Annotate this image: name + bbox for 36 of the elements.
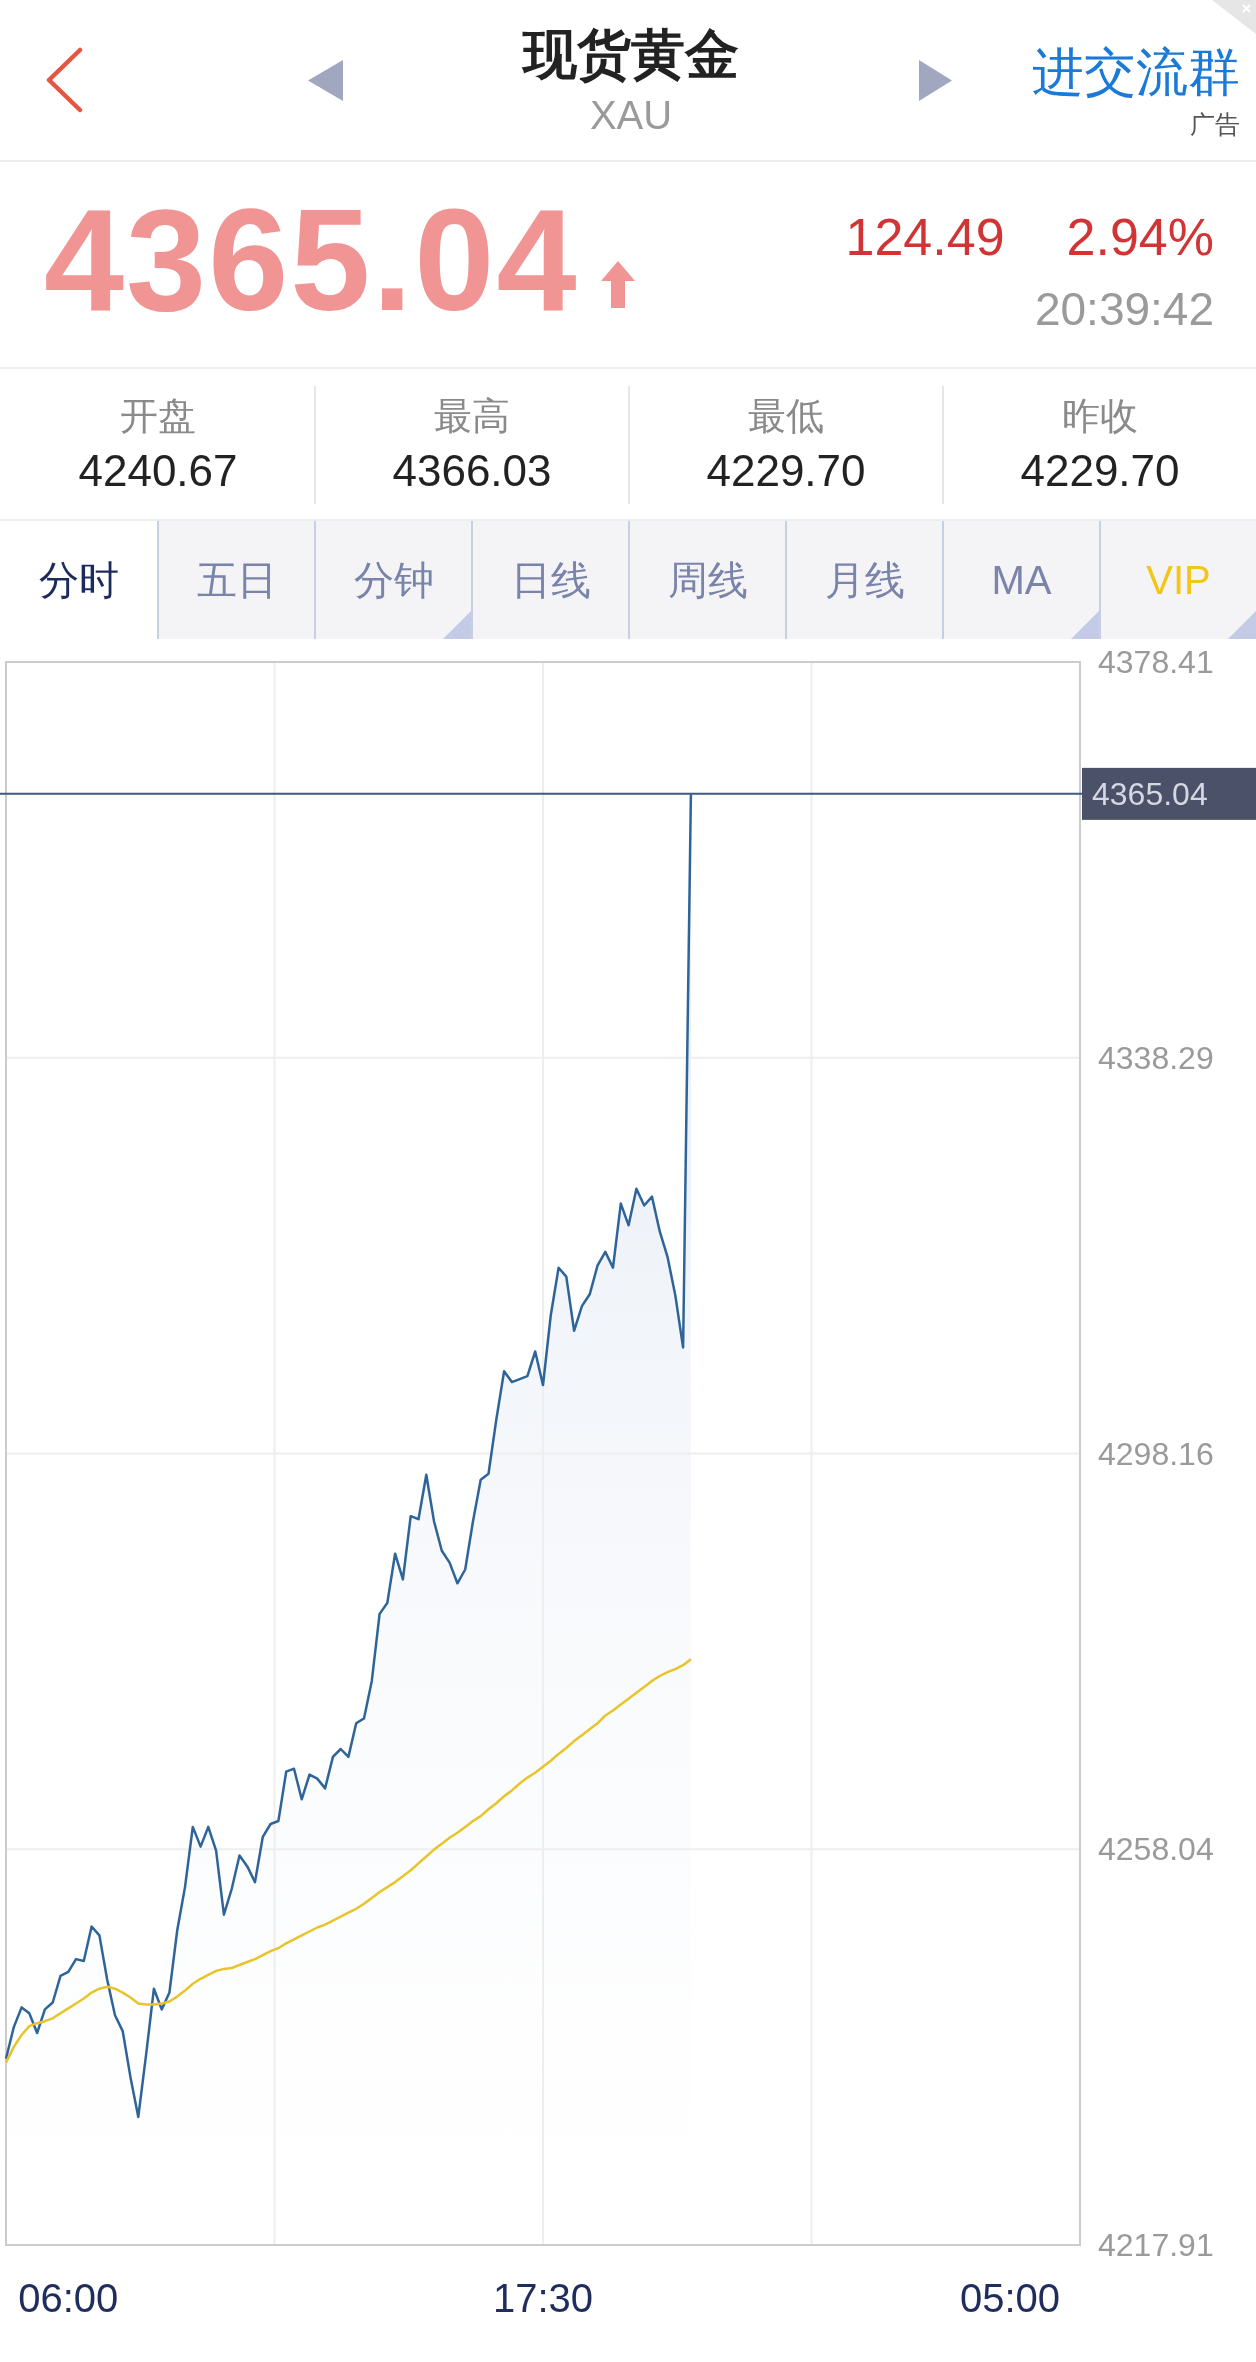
stat-value: 4229.70 <box>706 446 866 496</box>
chart-tab[interactable]: 五日 <box>157 521 314 639</box>
left-triangle-icon[interactable] <box>308 59 343 101</box>
chart-tab[interactable]: 月线 <box>785 521 942 639</box>
stat-value: 4240.67 <box>78 446 238 496</box>
x-axis-label: 17:30 <box>492 2276 594 2320</box>
y-axis-label: 4378.41 <box>1098 644 1214 680</box>
ad-label: 广告 <box>1190 110 1240 138</box>
chart-tab[interactable]: MA <box>942 521 1099 639</box>
chart-tab[interactable]: 日线 <box>471 521 628 639</box>
stat-label: 昨收 <box>1062 394 1138 438</box>
current-price-tag: 4365.04 <box>1082 767 1256 820</box>
stat-label: 最低 <box>748 394 824 438</box>
ref-line-label: 4365.04 <box>1092 775 1208 812</box>
page-title: 现货黄金 <box>523 23 739 84</box>
y-axis-label: 4258.04 <box>1098 1831 1214 1868</box>
quote-time: 20:39:42 <box>1034 286 1214 332</box>
chart-tab[interactable]: 周线 <box>628 521 785 639</box>
close-icon[interactable] <box>1212 0 1256 34</box>
x-axis-label: 05:00 <box>959 2276 1060 2320</box>
join-group-link[interactable]: 进交流群 <box>1032 44 1240 100</box>
x-axis-label: 06:00 <box>18 2276 119 2320</box>
y-axis-label: 4217.91 <box>1098 2227 1214 2263</box>
change-percent: 2.94% <box>1066 211 1214 263</box>
right-triangle-icon[interactable] <box>919 59 952 101</box>
stat-label: 最高 <box>434 394 510 438</box>
stat-value: 4366.03 <box>392 446 552 496</box>
change-value: 124.49 <box>845 211 1005 263</box>
y-axis-label: 4298.16 <box>1098 1435 1214 1472</box>
y-axis-label: 4338.29 <box>1098 1039 1214 1076</box>
stat-value: 4229.70 <box>1020 446 1180 496</box>
symbol-label: XAU <box>589 92 673 137</box>
back-icon[interactable] <box>44 47 84 113</box>
chart-tab[interactable]: 分钟 <box>314 521 471 639</box>
stat-label: 开盘 <box>120 394 196 438</box>
price-value: 4365.04 <box>44 188 579 333</box>
